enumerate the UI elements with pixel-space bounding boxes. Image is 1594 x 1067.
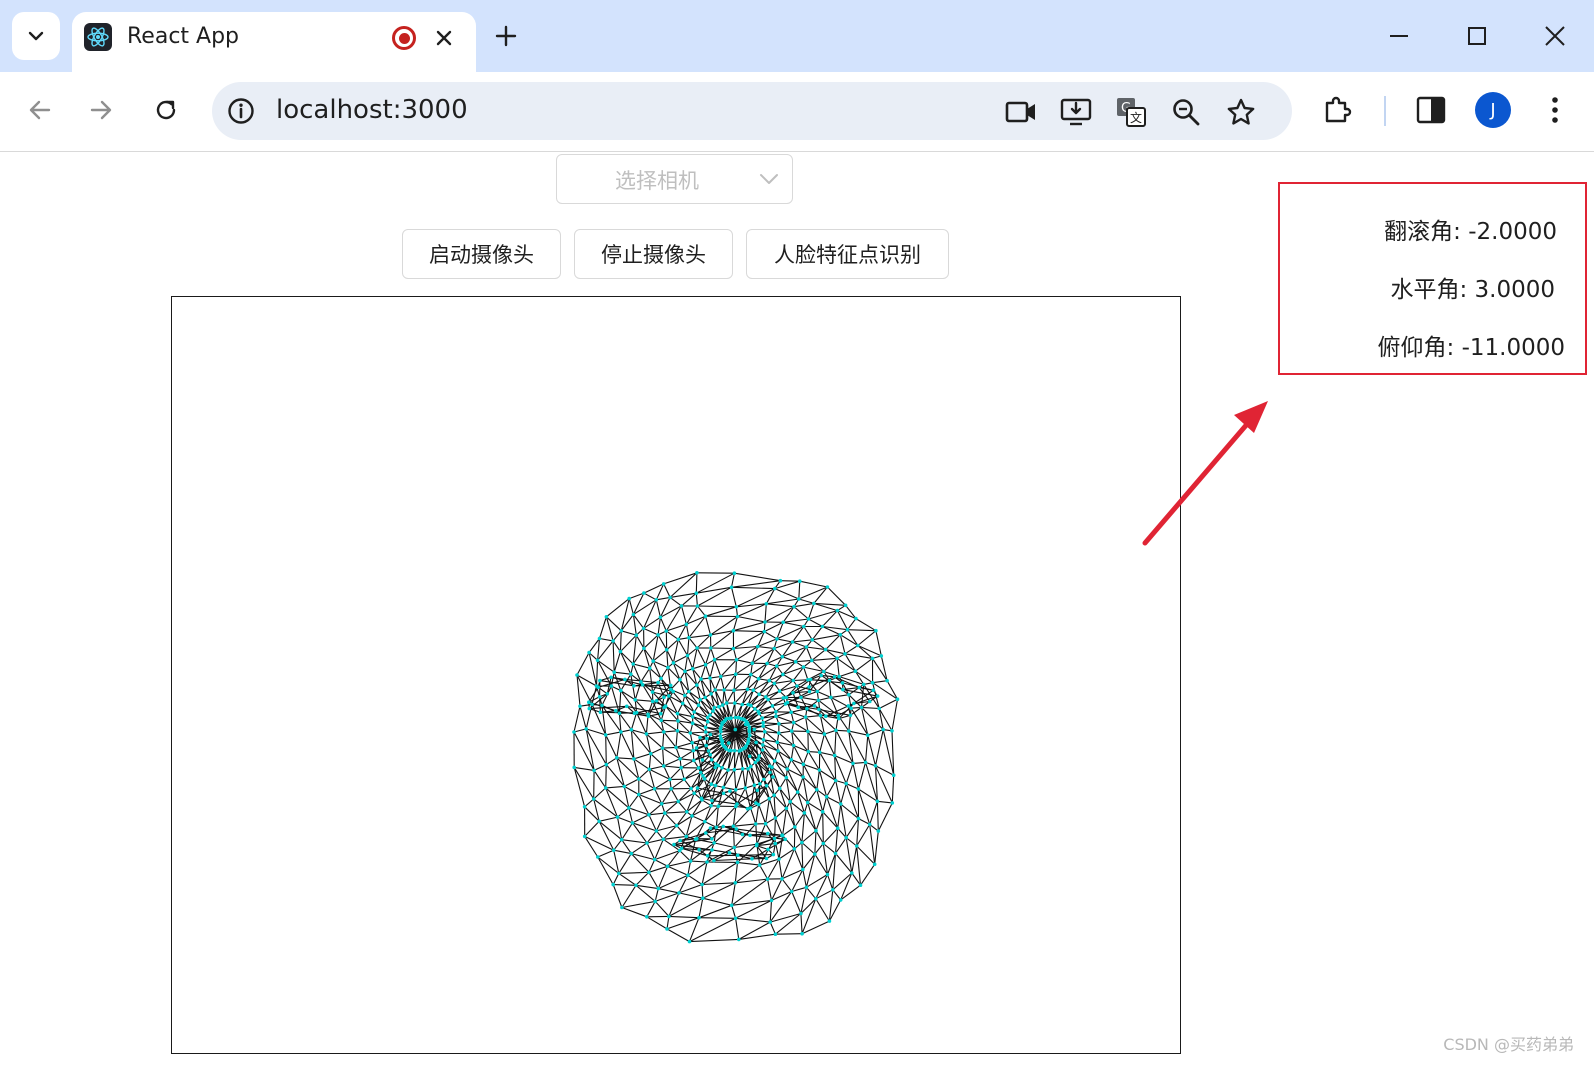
toolbar-divider xyxy=(1384,96,1386,126)
url-text[interactable]: localhost:3000 xyxy=(276,95,468,125)
start-camera-button[interactable]: 启动摄像头 xyxy=(402,229,561,279)
profile-avatar[interactable]: J xyxy=(1475,92,1511,128)
chevron-down-icon xyxy=(28,31,44,41)
tab-react-app[interactable]: React App xyxy=(72,12,476,72)
face-mesh xyxy=(572,571,900,944)
plus-icon xyxy=(495,25,517,47)
close-icon xyxy=(1545,26,1565,46)
face-landmark-button[interactable]: 人脸特征点识别 xyxy=(746,229,949,279)
new-tab-button[interactable] xyxy=(490,20,522,52)
camera-select[interactable]: 选择相机 xyxy=(556,154,793,204)
tab-close-button[interactable] xyxy=(430,24,458,52)
bookmark-button[interactable] xyxy=(1225,96,1257,128)
info-icon xyxy=(228,98,254,124)
svg-text:文: 文 xyxy=(1130,110,1142,125)
minimize-button[interactable] xyxy=(1377,14,1421,58)
yaw-angle-row: 水平角: 3.0000 xyxy=(1390,270,1555,304)
puzzle-icon xyxy=(1325,96,1352,123)
tab-title: React App xyxy=(127,24,240,49)
roll-angle-label: 翻滚角: xyxy=(1384,219,1461,245)
tab-strip: React App xyxy=(0,0,1594,72)
reload-button[interactable] xyxy=(146,90,186,130)
zoom-icon xyxy=(1173,99,1200,126)
maximize-button[interactable] xyxy=(1455,14,1499,58)
install-app-button[interactable] xyxy=(1060,96,1092,128)
site-info-button[interactable] xyxy=(226,96,256,126)
camera-icon xyxy=(1005,101,1035,123)
side-panel-icon xyxy=(1416,96,1446,124)
chevron-down-icon xyxy=(760,174,778,184)
translate-button[interactable]: G文 xyxy=(1115,96,1147,128)
annotation-arrow xyxy=(1142,401,1268,546)
minimize-icon xyxy=(1390,35,1408,37)
head-pose-panel: 翻滚角: -2.0000 水平角: 3.0000 俯仰角: -11.0000 xyxy=(1278,182,1587,375)
recording-icon xyxy=(392,26,416,50)
page-content: 选择相机 启动摄像头 停止摄像头 人脸特征点识别 翻滚角: -2.0000 水平… xyxy=(0,153,1594,1067)
side-panel-button[interactable] xyxy=(1413,92,1449,128)
react-logo-icon xyxy=(84,23,112,51)
extensions-button[interactable] xyxy=(1320,92,1356,128)
browser-menu-button[interactable] xyxy=(1537,92,1573,128)
close-icon xyxy=(436,30,452,46)
arrow-left-icon xyxy=(29,100,51,120)
camera-in-use-button[interactable] xyxy=(1005,96,1037,128)
star-icon xyxy=(1227,98,1255,125)
address-bar[interactable]: localhost:3000 G文 xyxy=(212,82,1292,140)
back-button[interactable] xyxy=(20,90,60,130)
window-close-button[interactable] xyxy=(1533,14,1577,58)
translate-icon: G文 xyxy=(1117,98,1146,127)
zoom-button[interactable] xyxy=(1170,96,1202,128)
yaw-angle-value: 3.0000 xyxy=(1474,277,1555,303)
roll-angle-row: 翻滚角: -2.0000 xyxy=(1384,212,1557,246)
kebab-menu-icon xyxy=(1552,97,1558,123)
browser-toolbar: localhost:3000 G文 J xyxy=(0,72,1594,152)
face-mesh-canvas xyxy=(171,296,1181,1054)
arrow-right-icon xyxy=(90,100,112,120)
camera-select-placeholder: 选择相机 xyxy=(615,169,699,193)
stop-camera-button[interactable]: 停止摄像头 xyxy=(574,229,733,279)
watermark: CSDN @买药弟弟 xyxy=(1443,1035,1574,1054)
reload-icon xyxy=(156,100,176,120)
pitch-angle-value: -11.0000 xyxy=(1461,335,1565,361)
pitch-angle-label: 俯仰角: xyxy=(1377,335,1455,361)
forward-button[interactable] xyxy=(81,90,121,130)
roll-angle-value: -2.0000 xyxy=(1468,219,1557,245)
install-icon xyxy=(1060,98,1092,126)
yaw-angle-label: 水平角: xyxy=(1390,277,1468,303)
pitch-angle-row: 俯仰角: -11.0000 xyxy=(1378,328,1565,362)
maximize-icon xyxy=(1468,27,1486,45)
tab-search-button[interactable] xyxy=(12,12,60,60)
